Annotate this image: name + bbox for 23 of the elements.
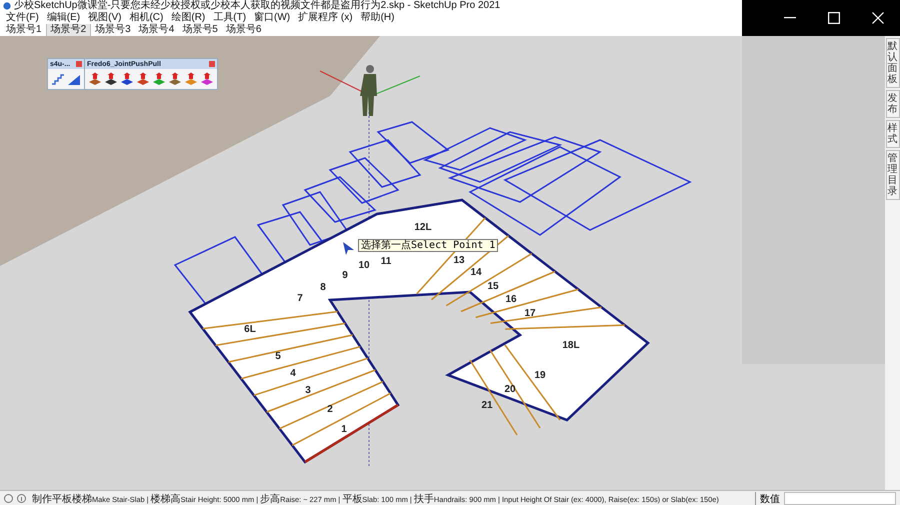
step-number: 2: [327, 404, 333, 415]
step-number: 3: [305, 385, 311, 396]
step-number: 11: [380, 256, 392, 267]
step-number: 9: [342, 270, 348, 281]
value-label: 数值: [755, 492, 780, 505]
step-number: 1: [341, 424, 347, 435]
tooltip: 选择第一点Select Point 1: [358, 239, 498, 252]
step-number: 17: [524, 308, 536, 319]
step-number: 20: [504, 384, 516, 395]
step-number: 12L: [414, 222, 432, 233]
step-number: 6L: [244, 324, 256, 335]
step-number: 15: [487, 281, 499, 292]
step-number: 18L: [562, 340, 580, 351]
step-number: 4: [290, 368, 296, 379]
step-number: 10: [358, 260, 370, 271]
step-number: 19: [534, 370, 546, 381]
step-number: 8: [320, 282, 326, 293]
step-number: 16: [505, 294, 517, 305]
step-number: 7: [297, 293, 303, 304]
step-number: 14: [470, 267, 482, 278]
step-number: 13: [453, 255, 465, 266]
step-number: 21: [481, 400, 493, 411]
step-number: 5: [275, 351, 281, 362]
